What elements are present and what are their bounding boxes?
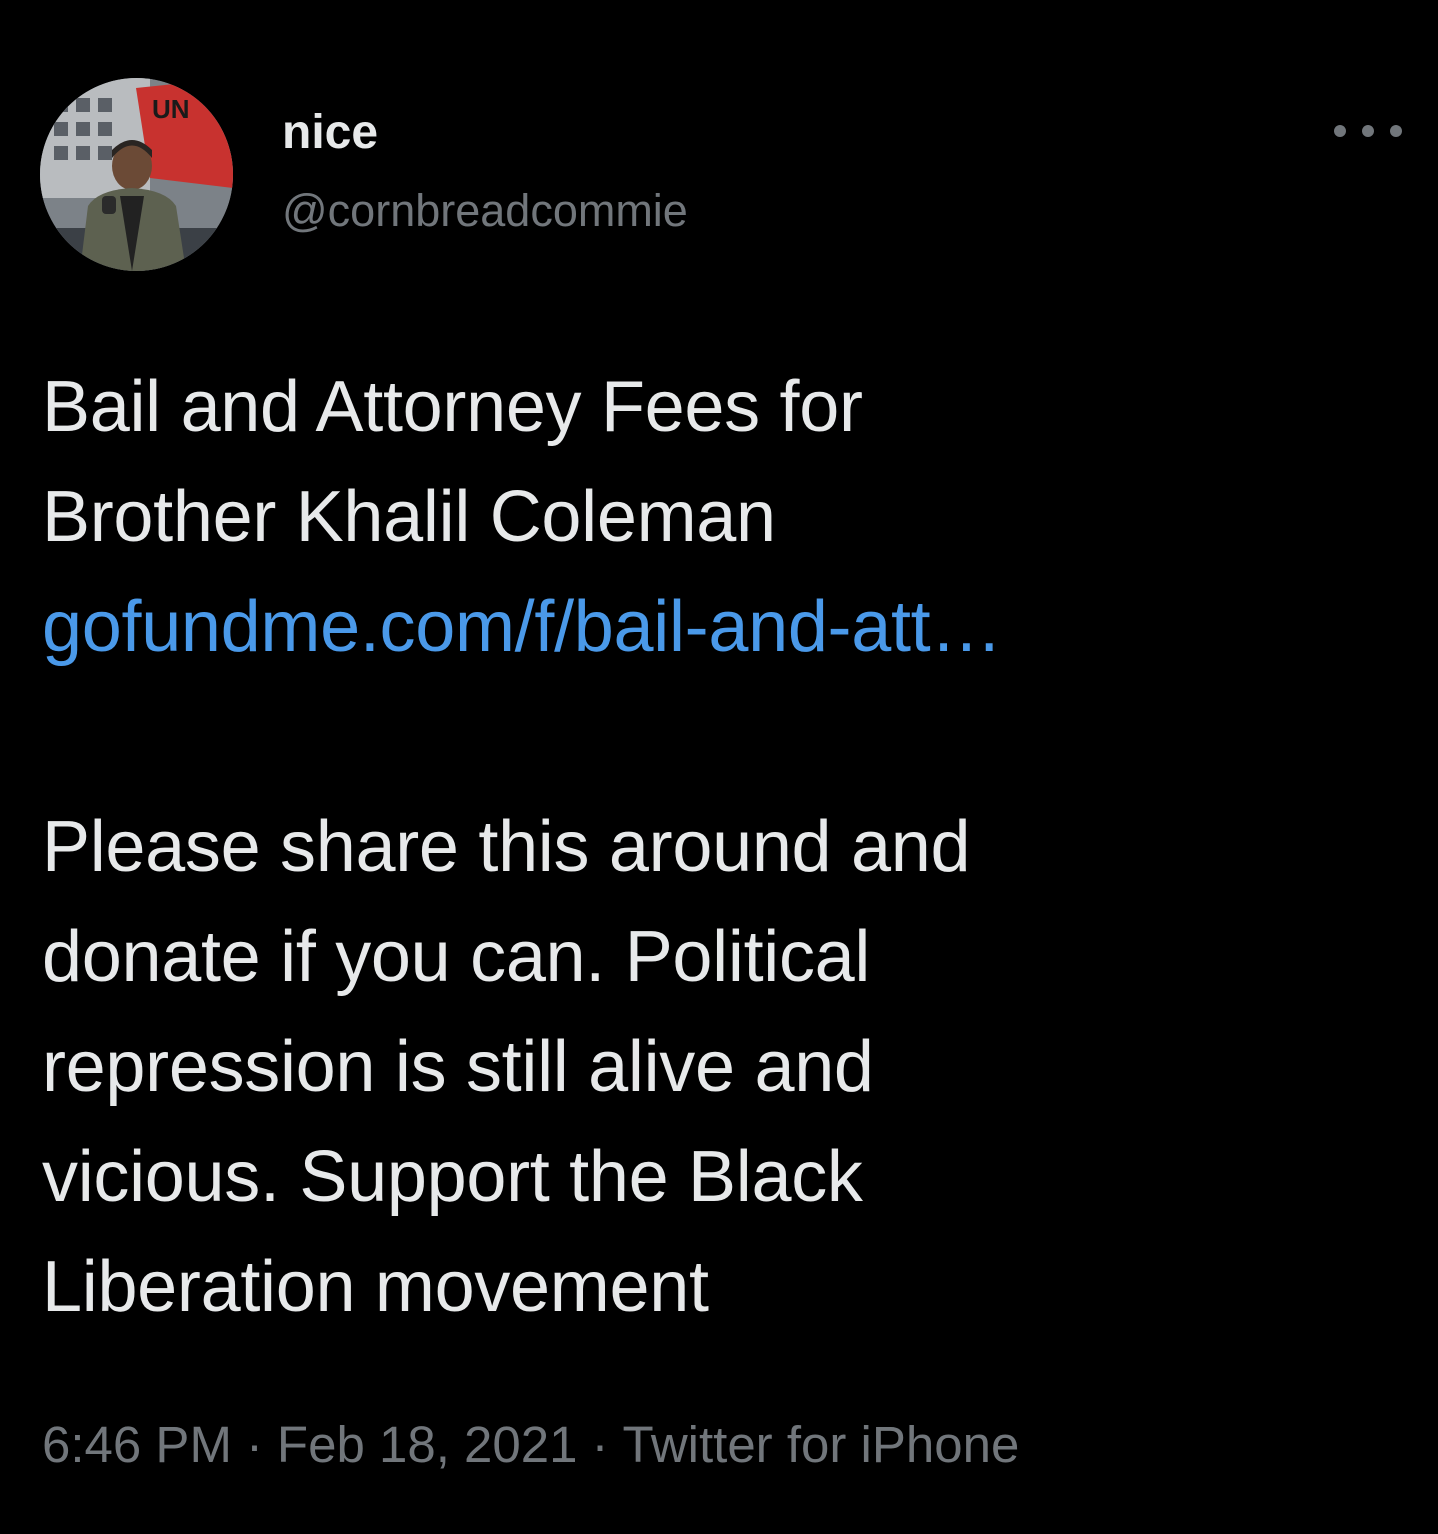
meta-separator: · (245, 1416, 263, 1473)
user-handle[interactable]: @cornbreadcommie (282, 184, 688, 238)
tweet-text-line: repression is still alive and (42, 1027, 874, 1107)
line-break (42, 682, 1402, 792)
svg-text:UN: UN (152, 94, 190, 124)
tweet-time[interactable]: 6:46 PM (42, 1416, 232, 1473)
tweet-text-line: vicious. Support the Black (42, 1137, 863, 1217)
tweet-source[interactable]: Twitter for iPhone (622, 1416, 1019, 1473)
display-name[interactable]: nice (282, 104, 378, 162)
avatar[interactable]: UN (40, 78, 233, 271)
tweet-text-line: Please share this around and (42, 807, 971, 887)
tweet: UN nice @cornbreadcommie Bail and Attorn… (0, 0, 1438, 1534)
tweet-text-line: Bail and Attorney Fees for (42, 367, 863, 447)
meta-separator: · (591, 1416, 609, 1473)
tweet-date[interactable]: Feb 18, 2021 (277, 1416, 578, 1473)
tweet-text-line: Brother Khalil Coleman (42, 477, 776, 557)
tweet-text-line: Liberation movement (42, 1247, 709, 1327)
tweet-text-line: donate if you can. Political (42, 917, 871, 997)
tweet-meta: 6:46 PM · Feb 18, 2021 · Twitter for iPhone (42, 1414, 1019, 1475)
tweet-text: Bail and Attorney Fees for Brother Khali… (42, 352, 1402, 1342)
gofundme-link[interactable]: gofundme.com/f/bail-and-att… (42, 587, 1002, 667)
profile-photo-icon: UN (40, 78, 233, 271)
more-horizontal-icon[interactable] (1332, 116, 1404, 146)
